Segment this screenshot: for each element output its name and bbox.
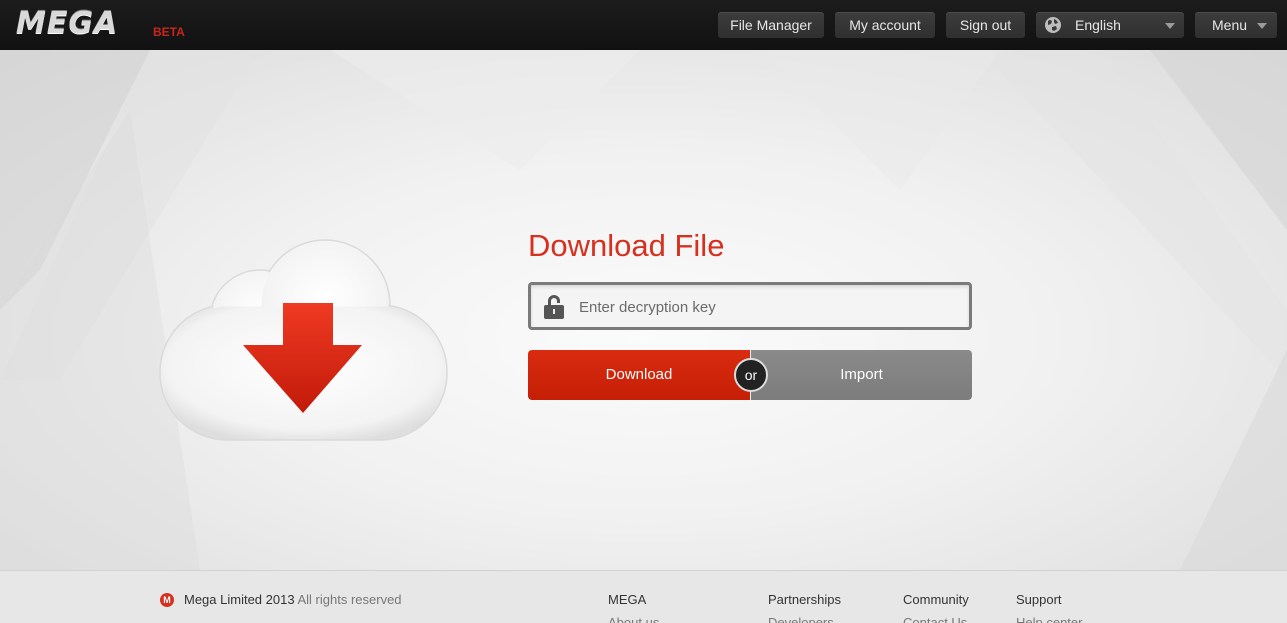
mega-logo[interactable]: MEGA bbox=[16, 6, 118, 41]
cloud-download-icon bbox=[159, 239, 448, 441]
sign-out-button[interactable]: Sign out bbox=[946, 12, 1025, 38]
top-bar: MEGA BETA File Manager My account Sign o… bbox=[0, 0, 1287, 50]
decryption-key-input[interactable] bbox=[577, 285, 961, 329]
lock-icon bbox=[544, 295, 564, 319]
mega-logo-icon: M bbox=[160, 593, 174, 607]
menu-button[interactable]: Menu bbox=[1195, 12, 1277, 38]
footer-link-help-center[interactable]: Help center bbox=[1016, 615, 1082, 623]
footer-link-about-us[interactable]: About us bbox=[608, 615, 659, 623]
caret-down-icon bbox=[1257, 23, 1267, 29]
or-separator: or bbox=[734, 358, 768, 392]
language-select[interactable]: English bbox=[1036, 12, 1184, 38]
footer-link-partnerships[interactable]: Partnerships bbox=[768, 592, 841, 607]
import-button[interactable]: Import bbox=[751, 350, 972, 400]
download-button[interactable]: Download bbox=[528, 350, 750, 400]
menu-label: Menu bbox=[1212, 17, 1248, 33]
decryption-key-field[interactable] bbox=[528, 282, 972, 330]
footer-link-developers[interactable]: Developers bbox=[768, 615, 834, 623]
my-account-button[interactable]: My account bbox=[835, 12, 935, 38]
caret-down-icon bbox=[1165, 23, 1175, 29]
globe-icon bbox=[1045, 17, 1061, 33]
language-label: English bbox=[1075, 17, 1121, 33]
footer-link-mega[interactable]: MEGA bbox=[608, 592, 646, 607]
rights-text: All rights reserved bbox=[297, 592, 402, 607]
footer-link-contact-us[interactable]: Contact Us bbox=[903, 615, 967, 623]
file-manager-button[interactable]: File Manager bbox=[718, 12, 824, 38]
page-title: Download File bbox=[528, 228, 725, 263]
footer-link-community[interactable]: Community bbox=[903, 592, 969, 607]
main-area: Download File Download Import or bbox=[0, 50, 1287, 570]
footer-link-support[interactable]: Support bbox=[1016, 592, 1062, 607]
company-name: Mega Limited 2013 bbox=[184, 592, 295, 607]
footer: M Mega Limited 2013 All rights reserved … bbox=[0, 570, 1287, 623]
beta-label: BETA bbox=[153, 25, 185, 39]
copyright-text: Mega Limited 2013 All rights reserved bbox=[184, 592, 402, 607]
